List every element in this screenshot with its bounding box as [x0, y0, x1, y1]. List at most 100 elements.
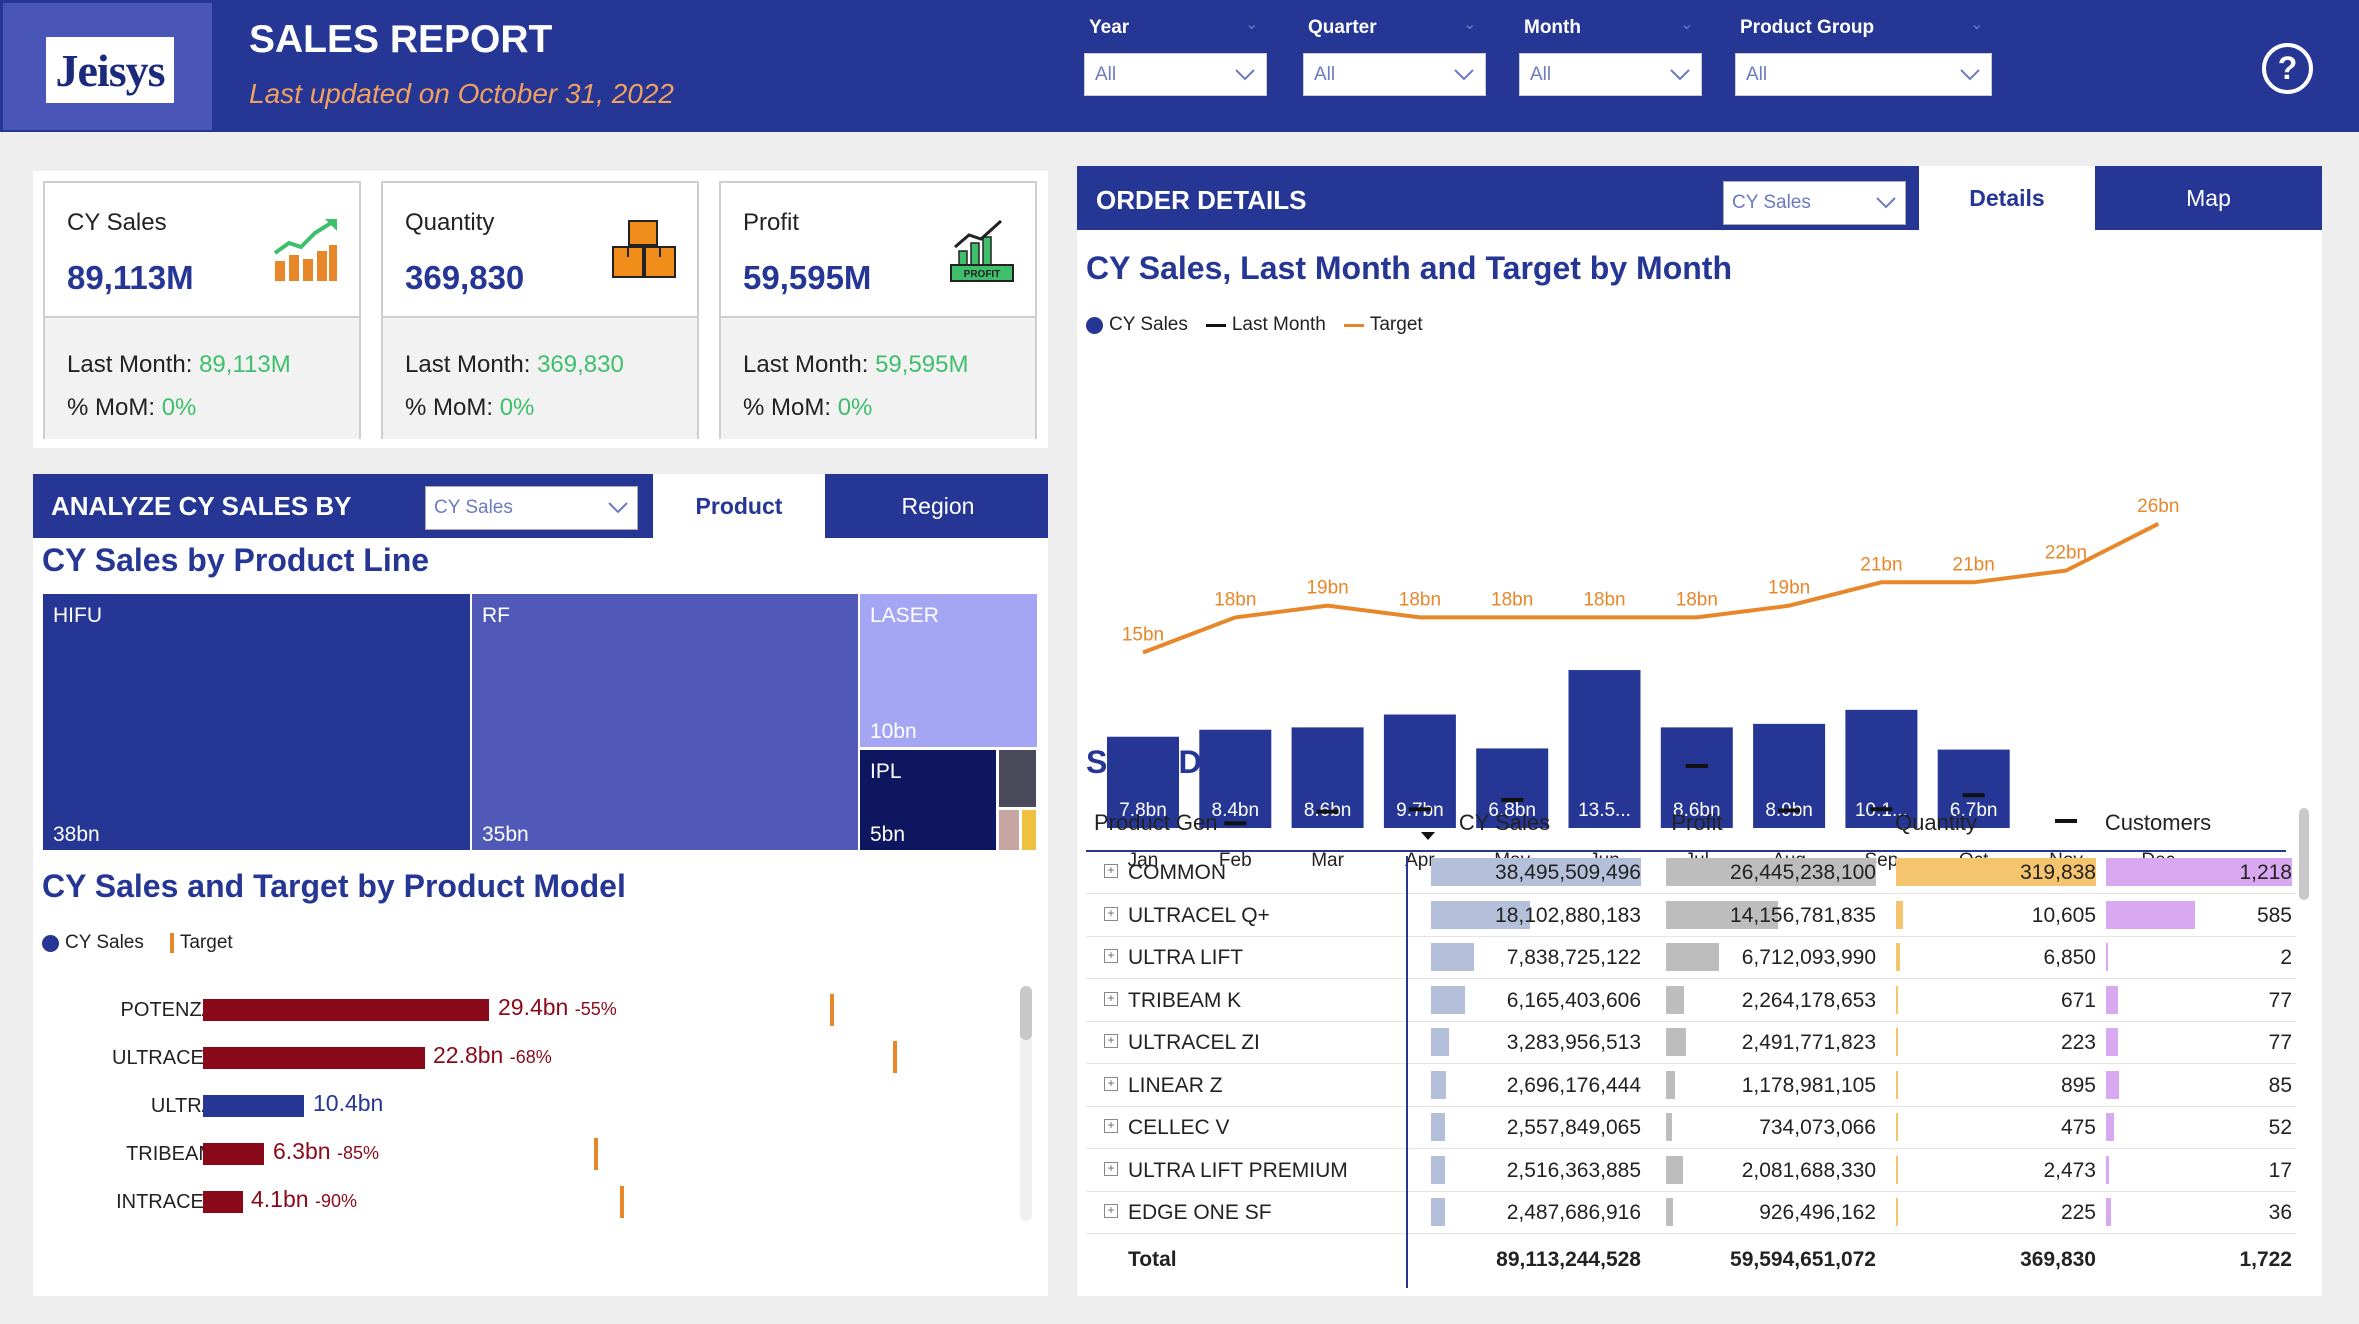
profit-cell: 734,073,066 — [1759, 1116, 1876, 1139]
table-row[interactable]: + CELLEC V 2,557,849,065 734,073,066 475 52 — [1086, 1107, 2296, 1149]
treemap-tile-other[interactable] — [999, 750, 1036, 807]
product-model-legend: CY Sales Target — [42, 932, 233, 954]
legend-swatch-target — [169, 933, 174, 953]
kpi-last-month: Last Month: 89,113M — [67, 351, 291, 378]
kpi-card-quantity: Quantity 369,830 Last Month: 369,830 % M… — [381, 181, 699, 439]
product-model-target — [830, 994, 834, 1026]
product-gen-cell: TRIBEAM K — [1128, 988, 1242, 1012]
chevron-down-icon[interactable]: ⌄ — [1680, 14, 1693, 34]
table-row[interactable]: + ULTRA LIFT PREMIUM 2,516,363,885 2,081,68… — [1086, 1150, 2296, 1192]
expand-icon[interactable]: + — [1104, 991, 1118, 1006]
product-model-bar[interactable] — [203, 1095, 304, 1117]
expand-icon[interactable]: + — [1104, 1076, 1118, 1091]
kpi-card-cy-sales: CY Sales 89,113M Last Month: 89,113M % M… — [43, 181, 361, 439]
month-slicer[interactable]: All — [1519, 53, 1702, 96]
quantity-cell: 223 — [2060, 1031, 2096, 1054]
expand-icon[interactable]: + — [1104, 1161, 1118, 1176]
expand-icon[interactable]: + — [1104, 1204, 1118, 1218]
analyze-panel: ANALYZE CY SALES BY CY Sales Product Reg… — [33, 474, 1048, 1296]
product-model-bar[interactable] — [203, 1047, 425, 1069]
customers-cell: 36 — [2268, 1201, 2292, 1224]
chevron-down-icon[interactable]: ⌄ — [1463, 14, 1476, 34]
customers-cell: 52 — [2268, 1116, 2292, 1139]
svg-text:PROFIT: PROFIT — [964, 269, 1001, 280]
target-label: 18bn — [1491, 589, 1533, 610]
expand-icon[interactable]: + — [1104, 906, 1118, 921]
total-profit: 59,594,651,072 — [1730, 1248, 1876, 1271]
quantity-cell: 6,850 — [2043, 946, 2096, 969]
treemap-tile-rf[interactable]: RF 35bn — [472, 594, 858, 850]
product-model-label: TRIBEAM — [126, 1143, 215, 1165]
product-model-target — [893, 1041, 897, 1073]
column-header-quantity[interactable]: Quantity — [1886, 810, 1986, 836]
product-gen-cell: ULTRACEL Q+ — [1128, 903, 1270, 927]
year-slicer[interactable]: All — [1084, 53, 1267, 96]
slicer-year-label: Year — [1089, 17, 1130, 38]
product-model-label: ULTRACEL — [112, 1047, 215, 1069]
order-details-measure-dropdown[interactable]: CY Sales — [1723, 181, 1906, 225]
customers-cell: 2 — [2280, 946, 2292, 969]
chevron-down-icon — [607, 491, 629, 527]
treemap-tile-hifu[interactable]: HIFU 38bn — [43, 594, 470, 850]
expand-icon[interactable]: + — [1104, 949, 1118, 963]
product-model-bar[interactable] — [203, 1191, 243, 1213]
product-model-value: 4.1bn -90% — [251, 1186, 357, 1212]
column-header-customers[interactable]: Customers — [2093, 810, 2223, 836]
table-row[interactable]: + LINEAR Z 2,696,176,444 1,178,981,105 895 85 — [1086, 1065, 2296, 1107]
table-row[interactable]: + EDGE ONE SF 2,487,686,916 926,496,162 225 3… — [1086, 1192, 2296, 1234]
slicer-product-group-label: Product Group — [1740, 17, 1875, 38]
customers-cell: 77 — [2268, 1031, 2292, 1054]
product-group-slicer[interactable]: All — [1735, 53, 1992, 96]
product-model-bar[interactable] — [203, 999, 489, 1021]
column-header-product-gen[interactable]: Product Gen — [1094, 810, 1218, 836]
target-label: 21bn — [1860, 554, 1902, 575]
chevron-down-icon[interactable]: ⌄ — [1970, 14, 1983, 34]
product-model-label: POTENZA — [120, 999, 215, 1021]
kpi-label: CY Sales — [67, 209, 167, 236]
cy-sales-cell: 18,102,880,183 — [1495, 903, 1641, 927]
target-label: 22bn — [2045, 543, 2087, 564]
question-circle-icon[interactable]: ? — [2262, 43, 2313, 94]
treemap-tile-other[interactable] — [999, 810, 1019, 850]
product-model-bar[interactable] — [203, 1143, 264, 1165]
tab-product[interactable]: Product — [653, 474, 825, 538]
table-row[interactable]: + TRIBEAM K 6,165,403,606 2,264,178,653 671 7… — [1086, 980, 2296, 1022]
quarter-slicer[interactable]: All — [1303, 53, 1486, 96]
analyze-measure-dropdown[interactable]: CY Sales — [425, 486, 638, 530]
table-row[interactable]: + COMMON 38,495,509,496 26,445,238,100 319,8… — [1086, 852, 2296, 894]
table-body: + COMMON 38,495,509,496 26,445,238,100 319,8… — [1086, 852, 2296, 1234]
treemap-title: CY Sales by Product Line — [42, 542, 430, 578]
scrollbar-track[interactable] — [1020, 986, 1032, 1221]
target-label: 15bn — [1122, 625, 1164, 646]
quantity-cell: 225 — [2060, 1201, 2096, 1224]
chevron-down-icon — [1959, 58, 1981, 94]
tab-region[interactable]: Region — [828, 474, 1048, 538]
treemap-tile-laser[interactable]: LASER 10bn — [860, 594, 1037, 747]
treemap-tile-other[interactable] — [1022, 810, 1036, 850]
treemap-tile-ipl[interactable]: IPL 5bn — [860, 750, 996, 850]
tab-details[interactable]: Details — [1919, 166, 2095, 230]
customers-cell: 585 — [2256, 903, 2292, 927]
expand-icon[interactable]: + — [1104, 864, 1118, 878]
product-gen-cell: ULTRA LIFT — [1128, 946, 1244, 969]
scrollbar-thumb[interactable] — [1020, 986, 1032, 1040]
cy-sales-cell: 2,487,686,916 — [1506, 1201, 1641, 1224]
column-header-profit[interactable]: Profit — [1657, 810, 1737, 836]
sort-descending-icon[interactable] — [1419, 826, 1437, 849]
table-row[interactable]: + ULTRA LIFT 7,838,725,122 6,712,093,990 6,8… — [1086, 937, 2296, 979]
table-row[interactable]: + ULTRACEL Q+ 18,102,880,183 14,156,781,835… — [1086, 895, 2296, 937]
product-gen-cell: ULTRA LIFT PREMIUM — [1128, 1158, 1348, 1182]
quantity-cell: 10,605 — [2031, 903, 2096, 927]
scrollbar-thumb[interactable] — [2299, 808, 2309, 900]
profit-cell: 26,445,238,100 — [1730, 861, 1876, 884]
expand-icon[interactable]: + — [1104, 1119, 1118, 1133]
total-label: Total — [1128, 1248, 1177, 1271]
quantity-cell: 2,473 — [2043, 1158, 2096, 1182]
expand-icon[interactable]: + — [1104, 1034, 1118, 1048]
chevron-down-icon[interactable]: ⌄ — [1245, 14, 1258, 34]
table-row[interactable]: + ULTRACEL ZI 3,283,956,513 2,491,771,823 22… — [1086, 1022, 2296, 1064]
kpi-last-month: Last Month: 59,595M — [743, 351, 969, 378]
column-header-cy-sales[interactable]: CY Sales — [1447, 810, 1562, 836]
tab-map[interactable]: Map — [2095, 166, 2322, 230]
target-label: 19bn — [1768, 578, 1810, 599]
